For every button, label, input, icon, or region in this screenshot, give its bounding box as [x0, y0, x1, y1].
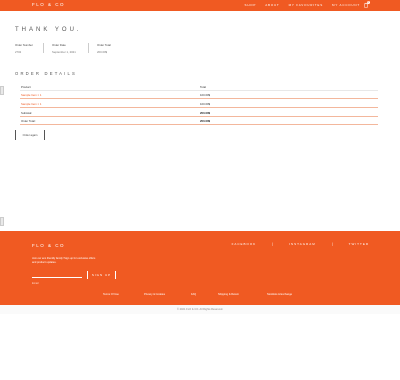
order-number-value: 2702: [15, 50, 22, 54]
footer-link-terms[interactable]: Terms Of Use: [103, 293, 119, 296]
site-logo[interactable]: FLO & CO: [32, 2, 65, 7]
subtotal-label: Subtotal:: [21, 110, 33, 115]
line-total: 100.00$: [200, 93, 211, 98]
divider: |: [331, 242, 333, 246]
facebook-link[interactable]: Facebook: [232, 242, 257, 246]
subtotal-row: Subtotal: 200.00$: [20, 108, 378, 117]
divider: [88, 43, 89, 53]
subtotal-value: 200.00$: [200, 110, 211, 115]
social-links: Facebook | Instagram | Twitter: [232, 242, 369, 246]
site-footer: FLO & CO Facebook | Instagram | Twitter …: [0, 231, 400, 305]
total-value: 200.00$: [200, 119, 211, 124]
line-total: 100.00$: [200, 101, 211, 106]
order-details-table: Product Total Sample Item × 1 100.00$ Sa…: [20, 82, 378, 126]
footer-link-stockists[interactable]: Stockists & Exchange: [267, 293, 292, 296]
main-nav: Shop About My Favourites My Account: [245, 3, 360, 7]
product-link[interactable]: Sample Item × 1: [21, 102, 41, 106]
footer-link-shipping[interactable]: Shipping & Return: [218, 293, 239, 296]
side-tab-handle[interactable]: [0, 86, 4, 95]
column-header-total: Total: [200, 84, 206, 89]
order-total-block: Order Total 200.00$: [97, 43, 111, 54]
footer-link-privacy[interactable]: Privacy & Cookies: [144, 293, 165, 296]
side-tab-handle[interactable]: [0, 217, 4, 226]
order-again-button[interactable]: Order again: [15, 130, 45, 140]
divider: |: [272, 242, 274, 246]
order-total-row: Order Total: 200.00$: [20, 117, 378, 126]
email-field-wrapper: [32, 271, 82, 287]
sign-up-button[interactable]: SIGN UP: [87, 271, 116, 279]
table-header-row: Product Total: [20, 82, 378, 91]
order-date-label: Order Date: [52, 43, 66, 47]
newsletter-text: Join our eco friendly family! Sign up fo…: [32, 257, 96, 265]
order-details-heading: ORDER DETAILS: [15, 71, 78, 76]
nav-item-shop[interactable]: Shop: [245, 3, 257, 7]
total-label: Order Total:: [21, 119, 36, 124]
order-total-label: Order Total: [97, 43, 111, 47]
copyright-text: © 2021 FLO & CO. All Rights Reserved.: [0, 305, 400, 314]
email-input[interactable]: [32, 280, 82, 287]
table-row: Sample Item × 1 100.00$: [20, 91, 378, 100]
table-row: Sample Item × 1 100.00$: [20, 99, 378, 109]
order-date-block: Order Date September 1, 2021: [52, 43, 76, 54]
divider: [43, 43, 44, 53]
nav-item-about[interactable]: About: [265, 3, 279, 7]
instagram-link[interactable]: Instagram: [289, 242, 316, 246]
order-total-value: 200.00$: [97, 50, 108, 54]
order-date-value: September 1, 2021: [52, 50, 76, 54]
cart-count-badge: 0: [366, 0, 370, 4]
site-header: FLO & CO Shop About My Favourites My Acc…: [0, 0, 400, 11]
page-title: THANK YOU.: [15, 27, 82, 33]
twitter-link[interactable]: Twitter: [349, 242, 369, 246]
order-number-block: Order Number 2702: [15, 43, 33, 54]
product-link[interactable]: Sample Item × 1: [21, 93, 41, 97]
nav-item-my-account[interactable]: My Account: [332, 3, 360, 7]
footer-link-faq[interactable]: FAQ: [191, 293, 196, 296]
nav-item-my-favourites[interactable]: My Favourites: [289, 3, 323, 7]
order-number-label: Order Number: [15, 43, 33, 47]
column-header-product: Product: [21, 84, 31, 89]
footer-logo[interactable]: FLO & CO: [32, 243, 65, 248]
